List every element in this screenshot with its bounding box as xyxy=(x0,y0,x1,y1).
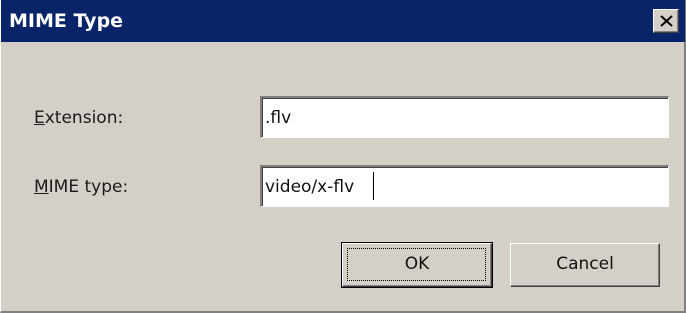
mime-type-label-text: IME type: xyxy=(48,177,129,197)
ok-button[interactable]: OK xyxy=(341,242,493,288)
dialog-title: MIME Type xyxy=(9,10,124,32)
text-caret xyxy=(373,172,374,200)
mime-type-label-mnemonic: M xyxy=(34,177,49,197)
cancel-button-label: Cancel xyxy=(556,254,614,274)
close-x-icon xyxy=(660,15,673,27)
extension-input[interactable] xyxy=(260,96,669,138)
mime-type-label: MIME type: xyxy=(34,176,128,198)
mime-type-dialog: MIME Type Extension: MIME type: OK Cance… xyxy=(0,0,686,313)
extension-label: Extension: xyxy=(34,107,123,129)
title-bar[interactable]: MIME Type xyxy=(1,0,685,42)
cancel-button[interactable]: Cancel xyxy=(510,243,660,287)
close-button[interactable] xyxy=(653,9,679,33)
extension-label-text: xtension: xyxy=(44,108,124,128)
focus-rectangle xyxy=(347,248,486,281)
mime-type-input[interactable] xyxy=(260,165,669,207)
extension-label-mnemonic: E xyxy=(34,108,45,128)
